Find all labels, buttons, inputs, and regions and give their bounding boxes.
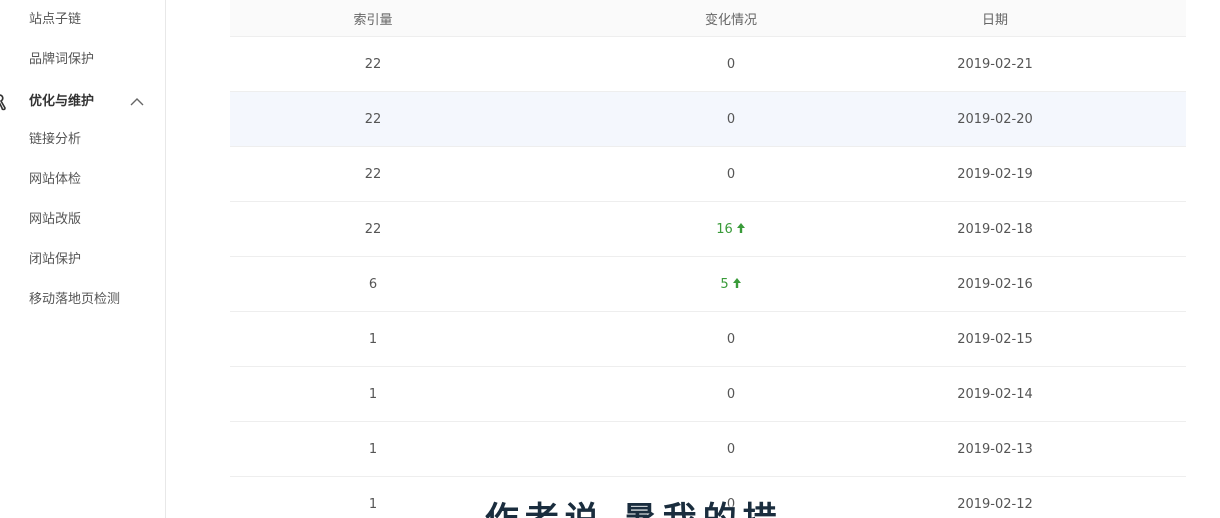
cell-change: 0: [681, 477, 781, 518]
header-date: 日期: [981, 12, 1008, 28]
sidebar-item-mobile-landing-check[interactable]: 移动落地页检测: [29, 291, 120, 309]
cell-date: 2019-02-12: [957, 496, 1033, 512]
cell-index-count: 1: [368, 441, 378, 457]
cell-date: 2019-02-16: [957, 276, 1033, 292]
cell-index-count: 22: [364, 166, 382, 182]
table-row: 22 0 2019-02-21: [230, 37, 1186, 92]
change-value: 0: [726, 331, 736, 347]
table-row: 22 16 2019-02-18: [230, 202, 1186, 257]
cell-date: 2019-02-14: [957, 386, 1033, 402]
index-data-table: 索引量 变化情况 日期 22 0 2019-02-21 22 0 2019-02-20 22…: [230, 0, 1186, 518]
sidebar-group-optimization[interactable]: 优化与维护: [0, 90, 165, 114]
arrow-up-icon: [732, 278, 741, 288]
change-value: 0: [726, 386, 736, 402]
table-row: 1 0 2019-02-13: [230, 422, 1186, 477]
table-row: 22 0 2019-02-20: [230, 92, 1186, 147]
table-row: 1 0 2019-02-15: [230, 312, 1186, 367]
sidebar-group-label: 优化与维护: [29, 94, 95, 109]
cell-change: 0: [681, 37, 781, 91]
cell-change: 16: [681, 202, 781, 256]
cell-change: 0: [681, 422, 781, 476]
header-change: 变化情况: [704, 12, 757, 28]
cell-date: 2019-02-13: [957, 441, 1033, 457]
sidebar-item-link-analysis[interactable]: 链接分析: [29, 131, 81, 149]
cell-change: 0: [681, 92, 781, 146]
sidebar-item-site-checkup[interactable]: 网站体检: [29, 171, 81, 189]
cell-date: 2019-02-19: [957, 166, 1033, 182]
change-value: 0: [726, 56, 736, 72]
table-header: 索引量 变化情况 日期: [230, 0, 1186, 37]
wrench-icon: [0, 94, 6, 111]
cell-date: 2019-02-21: [957, 56, 1033, 72]
change-value: 0: [726, 111, 736, 127]
cell-date: 2019-02-15: [957, 331, 1033, 347]
sidebar-item-site-revision[interactable]: 网站改版: [29, 211, 81, 229]
cell-index-count: 1: [368, 386, 378, 402]
cell-date: 2019-02-18: [957, 221, 1033, 237]
cell-index-count: 1: [368, 331, 378, 347]
cell-index-count: 1: [368, 496, 378, 512]
sidebar-item-site-closure-protection[interactable]: 闭站保护: [29, 251, 81, 269]
table-row: 6 5 2019-02-16: [230, 257, 1186, 312]
sidebar-item-brand-protection[interactable]: 品牌词保护: [29, 51, 94, 69]
cell-change: 0: [681, 367, 781, 421]
cell-index-count: 22: [364, 56, 382, 72]
page-root: 站点子链 品牌词保护 优化与维护 链接分析 网站体检 网站改版 闭站保护 移动落…: [0, 0, 1220, 518]
cell-index-count: 22: [364, 221, 382, 237]
cell-index-count: 6: [368, 276, 378, 292]
cell-change: 0: [681, 312, 781, 366]
change-value: 16: [716, 221, 733, 237]
sidebar: 站点子链 品牌词保护 优化与维护 链接分析 网站体检 网站改版 闭站保护 移动落…: [0, 0, 166, 518]
cell-index-count: 22: [364, 111, 382, 127]
chevron-up-icon[interactable]: [129, 95, 145, 107]
change-value: 0: [726, 166, 736, 182]
table-row: 1 0 2019-02-14: [230, 367, 1186, 422]
arrow-up-icon: [736, 223, 745, 233]
header-index-count: 索引量: [353, 12, 393, 28]
cell-date: 2019-02-20: [957, 111, 1033, 127]
table-row: 22 0 2019-02-19: [230, 147, 1186, 202]
table-row: 1 0 2019-02-12: [230, 477, 1186, 518]
change-value: 0: [726, 496, 736, 512]
cell-change: 0: [681, 147, 781, 201]
sidebar-item-site-sublinks[interactable]: 站点子链: [29, 11, 81, 29]
change-value: 5: [720, 276, 729, 292]
cell-change: 5: [681, 257, 781, 311]
table-body: 22 0 2019-02-21 22 0 2019-02-20 22 0 2019-02-19 2…: [230, 37, 1186, 518]
change-value: 0: [726, 441, 736, 457]
